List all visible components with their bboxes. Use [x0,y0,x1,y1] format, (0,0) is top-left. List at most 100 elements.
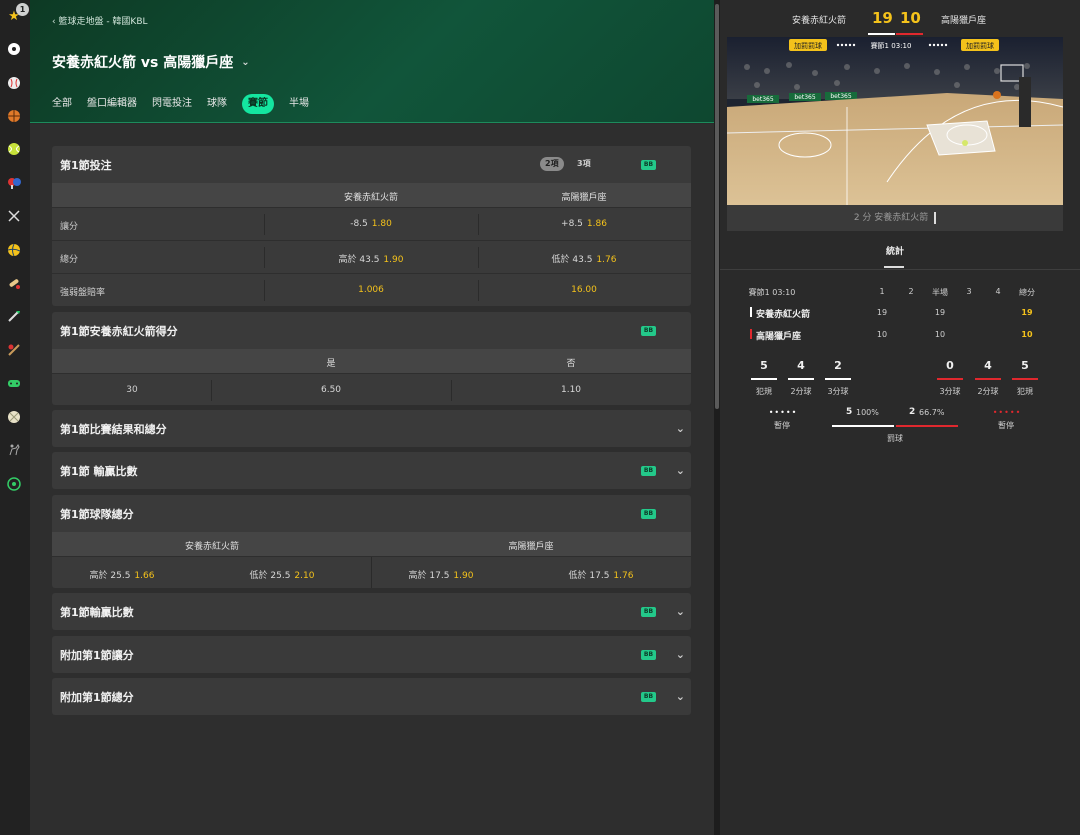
horse-racing-icon[interactable] [4,440,24,460]
handball-icon[interactable] [4,407,24,427]
home-timeouts-dots: ••••• [768,408,798,417]
market-header[interactable]: 第1節比賽結果和總分 ⌄ [52,410,691,447]
pitch-clock: 賽節1 03:10 [871,41,912,50]
away-2pt: 4 [984,359,992,372]
home-timeout-label: 暫停 [774,421,790,430]
table-row: 強弱盤賠率 1.006 16.00 [52,273,691,306]
away-half: 10 [934,330,946,339]
bet-builder-icon: BB [641,160,656,170]
esports-icon[interactable] [4,373,24,393]
odds-button[interactable]: 高於 25.5 1.66 [90,568,155,581]
market-q1-bets: 第1節投注 2項 3項 BB 安養赤紅火箭 高陽獵戶座 讓分 -8.5 1.80 … [52,146,691,306]
favorites-count-badge: 1 [16,3,29,16]
ad-board-text: bet365 [830,93,851,100]
market-q1-result-total[interactable]: 第1節比賽結果和總分 ⌄ [52,410,691,447]
market-title: 第1節投注 [60,158,112,172]
odds-button[interactable]: 高於 43.5 1.90 [339,252,404,265]
market-header[interactable]: 第1節安養赤紅火箭得分 BB [52,312,691,349]
market-title: 附加第1節讓分 [60,648,134,662]
col-home: 安養赤紅火箭 [343,193,399,203]
market-extra-q1-total[interactable]: 附加第1節總分 BB ⌄ [52,678,691,715]
table-tennis-icon[interactable] [4,173,24,193]
col-away: 高陽獵戶座 [508,542,554,552]
ad-board-text: bet365 [752,96,773,103]
bet-builder-icon: BB [641,692,656,702]
ft-away-pct: 66.7% [919,408,945,417]
market-header[interactable]: 附加第1節總分 BB ⌄ [52,678,691,715]
period-label: 賽節1 03:10 [748,288,796,297]
tab-half[interactable]: 半場 [289,94,309,114]
tennis-icon[interactable] [4,139,24,159]
market-header[interactable]: 第1節球隊總分 BB [52,495,691,532]
futsal-icon[interactable] [4,474,24,494]
breadcrumb[interactable]: ‹ 籃球走地盤 - 韓國KBL [52,14,148,27]
volleyball-icon[interactable] [4,240,24,260]
home-total: 19 [1021,308,1033,317]
chevron-down-icon[interactable]: ⌄ [676,648,685,661]
home-2pt: 4 [797,359,805,372]
chevron-down-icon[interactable]: ⌄ [676,605,685,618]
market-title: 附加第1節總分 [60,690,134,704]
baseball-icon[interactable] [4,73,24,93]
darts-icon[interactable] [4,306,24,326]
chevron-down-icon[interactable]: ⌄ [676,464,685,477]
tab-stats[interactable]: 統計 [886,244,904,257]
bet-builder-icon: BB [641,509,656,519]
odds-button[interactable]: -8.5 1.80 [350,219,392,229]
market-header[interactable]: 第1節投注 2項 3項 BB [52,146,691,183]
tab-all[interactable]: 全部 [52,94,72,114]
odds-button[interactable]: 1.10 [561,385,581,395]
table-row: 總分 高於 43.5 1.90 低於 43.5 1.76 [52,240,691,273]
col-away: 高陽獵戶座 [561,193,607,203]
court-visualization: bet365 bet365 bet365 加罰罰球 加罰罰球 賽節1 03:10 [727,37,1063,205]
odds-button[interactable]: 高於 17.5 1.90 [409,568,474,581]
market-tabs: 全部 盤口編輯器 閃電投注 球隊 賽節 半場 [52,94,309,114]
market-extra-q1-spread[interactable]: 附加第1節讓分 BB ⌄ [52,636,691,673]
tab-instant-bet[interactable]: 閃電投注 [152,94,192,114]
pill-2-items[interactable]: 2項 [540,157,564,171]
badminton-icon[interactable] [4,206,24,226]
odds-button[interactable]: 低於 25.5 2.10 [250,568,315,581]
col-yes: 是 [326,359,336,369]
match-live-panel: 安養赤紅火箭 19 10 高陽獵戶座 bet365 bet365 bet365 [720,0,1080,835]
odds-button[interactable]: 1.006 [358,285,384,295]
odds-button[interactable]: 低於 17.5 1.76 [569,568,634,581]
match-title[interactable]: 安養赤紅火箭 vs 高陽獵戶座 ⌄ [52,52,250,72]
odds-button[interactable]: 低於 43.5 1.76 [552,252,617,265]
away-timeouts-dots: ••••• [992,408,1022,417]
chevron-down-icon[interactable]: ⌄ [676,422,685,435]
market-title: 第1節輸贏比數 [60,605,134,619]
tab-bet-builder[interactable]: 盤口編輯器 [87,94,137,114]
snooker-icon[interactable] [4,340,24,360]
soccer-icon[interactable] [4,39,24,59]
pill-3-items[interactable]: 3項 [572,157,596,171]
market-q1-winning-margin[interactable]: 第1節 輸贏比數 BB ⌄ [52,452,691,489]
cricket-icon[interactable] [4,273,24,293]
markets-panel: 第1節投注 2項 3項 BB 安養赤紅火箭 高陽獵戶座 讓分 -8.5 1.80 … [30,124,714,835]
col-q4: 4 [995,287,1001,296]
chevron-down-icon[interactable]: ⌄ [241,57,249,68]
home-3pt: 2 [834,359,842,372]
market-header[interactable]: 第1節 輸贏比數 BB ⌄ [52,452,691,489]
column-header: 是 否 [52,349,691,373]
basketball-icon[interactable] [4,106,24,126]
market-q1-home-points: 第1節安養赤紅火箭得分 BB 是 否 30 6.50 1.10 [52,312,691,405]
odds-button[interactable]: 16.00 [571,285,597,295]
market-q1-margin[interactable]: 第1節輸贏比數 BB ⌄ [52,593,691,630]
chevron-down-icon[interactable]: ⌄ [676,690,685,703]
odds-button[interactable]: +8.5 1.86 [561,219,607,229]
tab-quarters[interactable]: 賽節 [242,94,274,114]
scrollbar-thumb[interactable] [715,4,719,409]
market-q1-team-totals: 第1節球隊總分 BB 安養赤紅火箭 高陽獵戶座 高於 25.5 1.66 低於 2… [52,495,691,588]
col-home: 安養赤紅火箭 [184,542,240,552]
bet-builder-icon: BB [641,650,656,660]
sport-rail: ★ 1 [0,0,30,835]
tab-teams[interactable]: 球隊 [207,94,227,114]
market-header[interactable]: 第1節輸贏比數 BB ⌄ [52,593,691,630]
market-header[interactable]: 附加第1節讓分 BB ⌄ [52,636,691,673]
last-event-text: 2 分 安養赤紅火箭 [853,213,929,223]
odds-button[interactable]: 6.50 [321,385,341,395]
away-team-name: 高陽獵戶座 [941,16,987,26]
pitch-left-tag: 加罰罰球 [794,41,822,50]
ft-home: 5 [846,407,853,417]
